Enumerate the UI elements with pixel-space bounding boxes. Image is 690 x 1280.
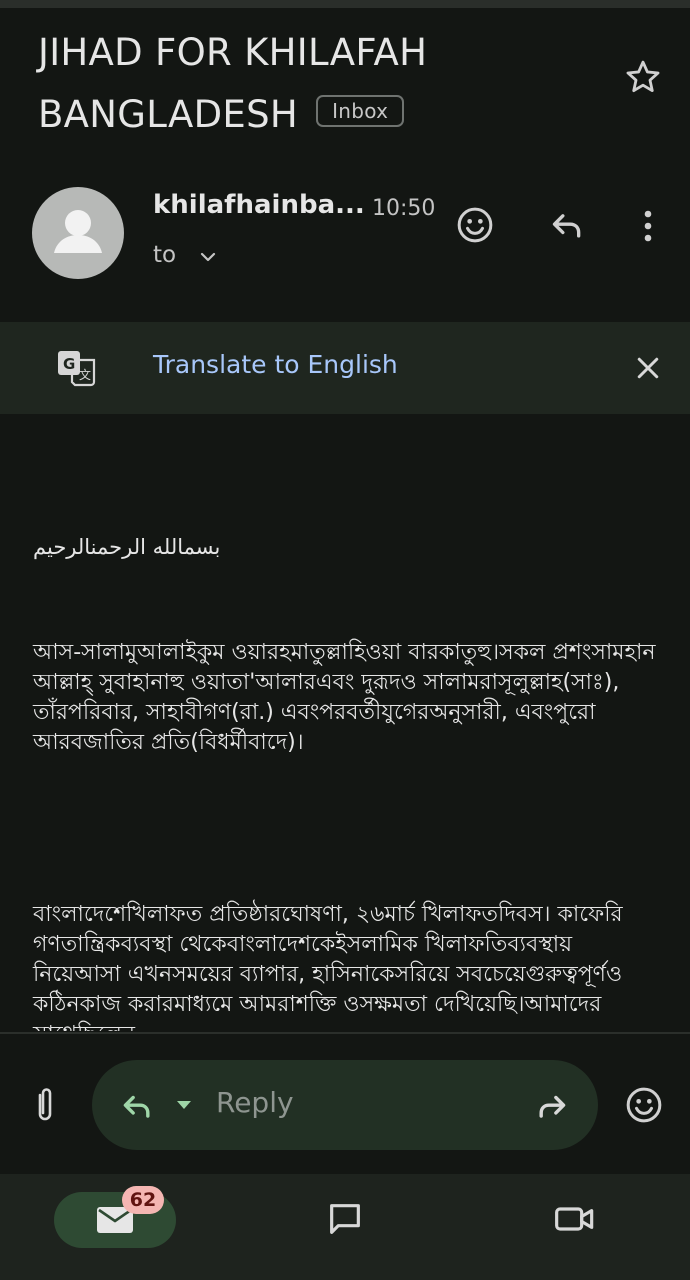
video-icon[interactable] <box>550 1196 600 1242</box>
recipient-label[interactable]: to <box>153 242 176 268</box>
translate-icon: G 文 <box>54 346 98 390</box>
emoji-icon[interactable] <box>620 1082 668 1128</box>
reply-input[interactable] <box>92 1060 598 1150</box>
svg-text:G: G <box>63 355 75 373</box>
body-paragraph-1: আস-সালামুআলাইকুম ওয়ারহমাতুল্লাহিওয়া বা… <box>33 640 656 755</box>
forward-icon[interactable] <box>530 1086 574 1126</box>
body-paragraph-2: বাংলাদেশেখিলাফত প্রতিষ্ঠারঘোষণা, ২৬মার্চ… <box>33 902 623 1031</box>
translate-link[interactable]: Translate to English <box>153 350 398 379</box>
close-icon[interactable] <box>628 348 668 388</box>
chat-icon[interactable] <box>322 1196 368 1242</box>
email-subject: JIHAD FOR KHILAFAH BANGLADESH Inbox <box>38 22 598 146</box>
mail-count-badge: 62 <box>122 1186 164 1214</box>
reply-icon[interactable] <box>116 1086 158 1126</box>
inbox-label-badge[interactable]: Inbox <box>316 94 405 127</box>
avatar-icon[interactable] <box>32 187 124 279</box>
chevron-down-icon[interactable] <box>172 1094 196 1116</box>
status-strip <box>0 0 690 8</box>
star-icon[interactable] <box>622 56 664 98</box>
body-clip: বাংলাদেশেখিলাফত প্রতিষ্ঠারঘোষণা, ২৬মার্চ… <box>0 895 690 1031</box>
emoji-icon[interactable] <box>452 202 498 248</box>
more-icon[interactable] <box>628 204 668 248</box>
body-bismillah: بسمالله الرحمنالرحيم <box>33 535 221 559</box>
email-time: 10:50 <box>372 196 436 221</box>
attach-icon[interactable] <box>24 1082 66 1128</box>
chevron-down-icon[interactable] <box>198 247 218 267</box>
reply-placeholder: Reply <box>216 1086 294 1119</box>
reply-icon[interactable] <box>544 202 590 248</box>
svg-text:文: 文 <box>79 367 91 382</box>
sender-name[interactable]: khilafhainba... <box>153 190 365 220</box>
